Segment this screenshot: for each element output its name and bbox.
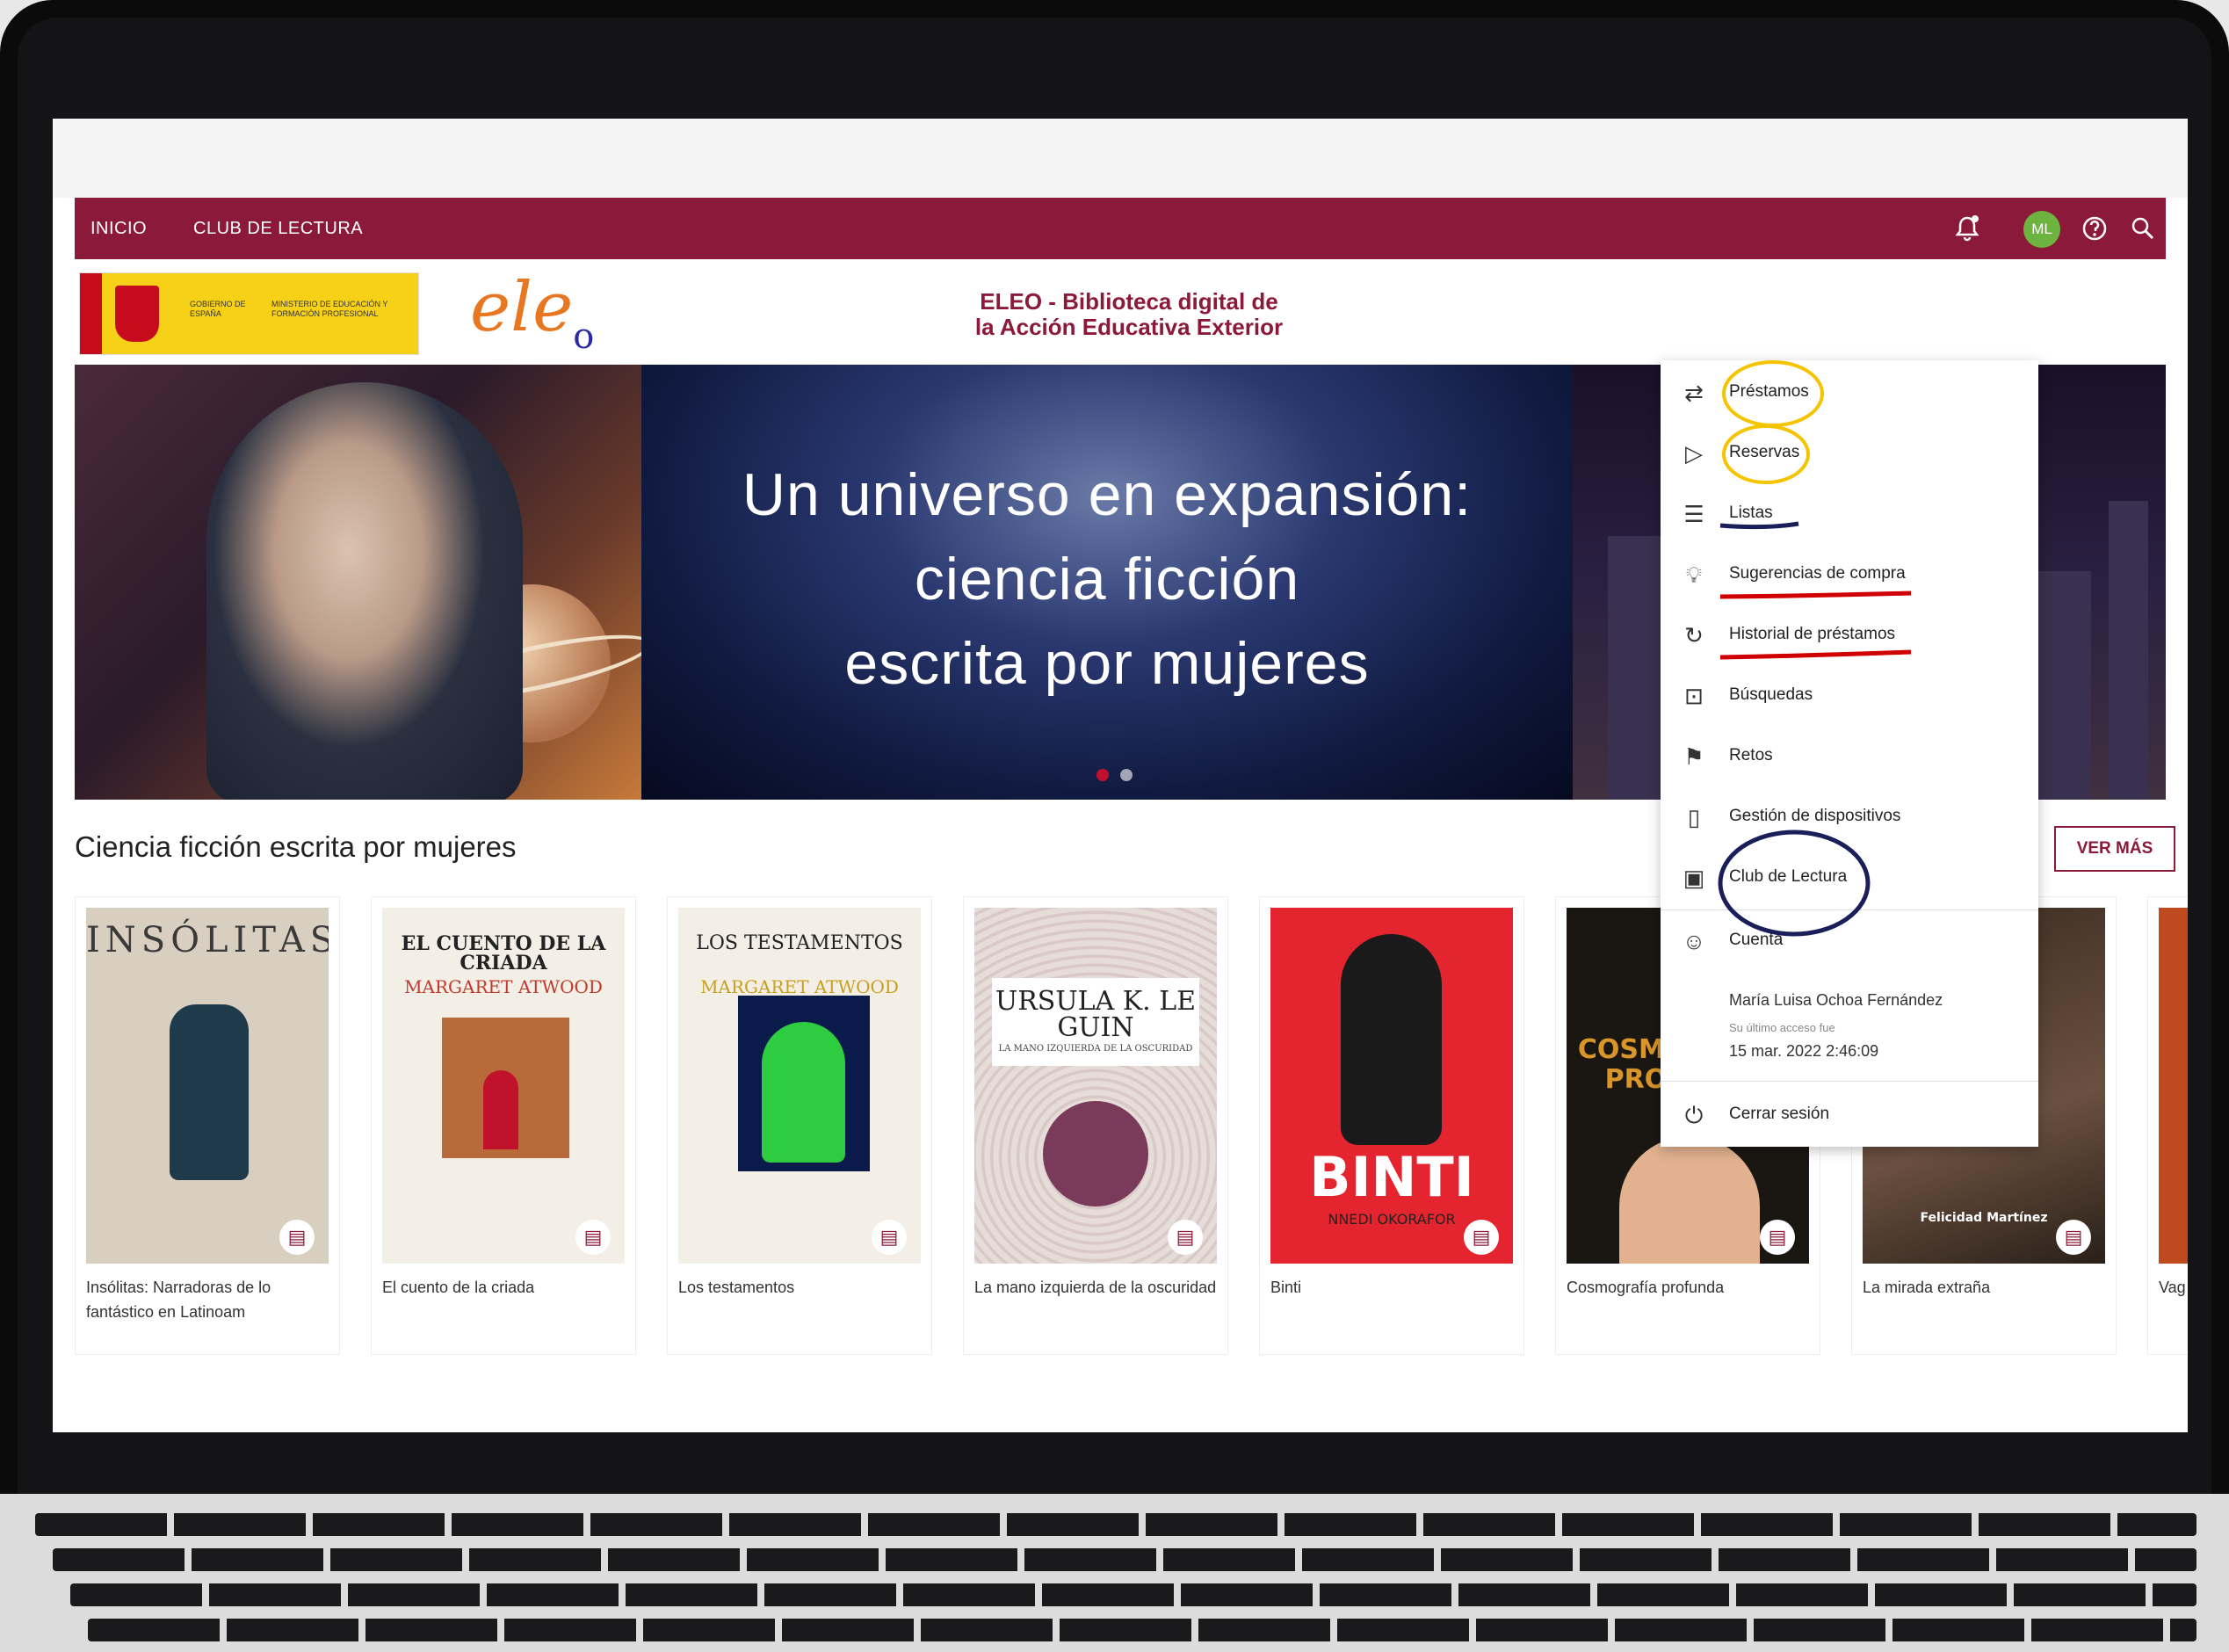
- book-cover: [2159, 908, 2188, 1264]
- cover-title: BINTI: [1309, 1145, 1474, 1209]
- search-icon[interactable]: [2126, 212, 2160, 245]
- user-avatar[interactable]: ML: [2023, 211, 2060, 248]
- cover-title: INSÓLITAS: [86, 920, 329, 960]
- book-title[interactable]: Insólitas: Narradoras de lo fantástico e…: [86, 1275, 329, 1324]
- book-card-partial[interactable]: Vag: [2147, 896, 2188, 1355]
- book-title[interactable]: Vag: [2159, 1275, 2188, 1300]
- laptop-keyboard: [0, 1494, 2229, 1652]
- cover-subtitle: LA MANO IZQUIERDA DE LA OSCURIDAD: [998, 1044, 1193, 1054]
- banner-headline: Un universo en expansión: ciencia ficció…: [641, 453, 1573, 706]
- gobierno-logo[interactable]: GOBIERNO DE ESPAÑA MINISTERIO DE EDUCACI…: [79, 272, 419, 355]
- bell-icon[interactable]: [1950, 212, 1984, 245]
- eleo-logo-main: ele: [470, 268, 574, 347]
- banner-line-1: Un universo en expansión:: [742, 461, 1473, 528]
- book-format-icon: ▤: [1464, 1220, 1499, 1255]
- book-title[interactable]: Binti: [1270, 1275, 1513, 1300]
- book-format-icon: ▤: [279, 1220, 315, 1255]
- book-format-icon: ▤: [1760, 1220, 1795, 1255]
- book-format-icon: ▤: [2056, 1220, 2091, 1255]
- cover-author: MARGARET ATWOOD: [404, 976, 603, 997]
- annotation-overlay: [1718, 360, 1912, 937]
- book-card[interactable]: URSULA K. LE GUIN LA MANO IZQUIERDA DE L…: [963, 896, 1228, 1355]
- logo-strip: GOBIERNO DE ESPAÑA MINISTERIO DE EDUCACI…: [75, 259, 2166, 360]
- carousel-dot-active[interactable]: [1096, 769, 1109, 781]
- help-icon[interactable]: [2078, 212, 2111, 245]
- browser-top-strip: [53, 119, 2188, 198]
- book-format-icon: ▤: [575, 1220, 611, 1255]
- cover-title: LOS TESTAMENTOS: [696, 932, 903, 954]
- eleo-logo-sub: o: [573, 316, 595, 357]
- site-title-line1: ELEO - Biblioteca digital de: [980, 288, 1278, 315]
- banner-astronaut-image: [75, 365, 657, 800]
- site-title: ELEO - Biblioteca digital de la Acción E…: [962, 289, 1296, 340]
- cover-title: EL CUENTO DE LA CRIADA: [401, 932, 606, 975]
- section-title: Ciencia ficción escrita por mujeres: [75, 830, 517, 863]
- book-card[interactable]: INSÓLITAS ▤ Insólitas: Narradoras de lo …: [75, 896, 340, 1355]
- user-menu: ⇄ Préstamos ▷ Reservas ☰ Listas 💡︎ Suger…: [1661, 360, 2038, 1147]
- book-title[interactable]: El cuento de la criada: [382, 1275, 625, 1300]
- gov-logo-text-1: GOBIERNO DE ESPAÑA: [190, 300, 246, 318]
- cover-title: URSULA K. LE GUIN: [995, 986, 1197, 1043]
- book-title[interactable]: Cosmografía profunda: [1567, 1275, 1809, 1300]
- eleo-logo[interactable]: eleo: [470, 272, 611, 357]
- gov-logo-text-2: MINISTERIO DE EDUCACIÓN Y FORMACIÓN PROF…: [271, 300, 388, 318]
- book-title[interactable]: Los testamentos: [678, 1275, 921, 1300]
- book-title[interactable]: La mirada extraña: [1863, 1275, 2105, 1300]
- browser-screen: INICIO CLUB DE LECTURA ML GOBIERNO DE ES…: [53, 119, 2188, 1432]
- book-cover: URSULA K. LE GUIN LA MANO IZQUIERDA DE L…: [974, 908, 1217, 1264]
- book-cover: EL CUENTO DE LA CRIADA MARGARET ATWOOD: [382, 908, 625, 1264]
- nav-club-de-lectura[interactable]: CLUB DE LECTURA: [193, 219, 363, 239]
- book-card[interactable]: BINTI NNEDI OKORAFOR ▤ Binti: [1259, 896, 1524, 1355]
- book-card[interactable]: LOS TESTAMENTOS MARGARET ATWOOD ▤ Los te…: [667, 896, 932, 1355]
- book-cover: LOS TESTAMENTOS MARGARET ATWOOD: [678, 908, 921, 1264]
- ver-mas-button[interactable]: VER MÁS: [2054, 826, 2175, 872]
- book-format-icon: ▤: [872, 1220, 907, 1255]
- site-title-line2: la Acción Educativa Exterior: [974, 314, 1284, 340]
- book-title[interactable]: La mano izquierda de la oscuridad: [974, 1275, 1217, 1300]
- book-card[interactable]: EL CUENTO DE LA CRIADA MARGARET ATWOOD ▤…: [371, 896, 636, 1355]
- banner-line-3: escrita por mujeres: [844, 630, 1370, 697]
- banner-line-2: ciencia ficción: [914, 546, 1300, 612]
- cover-author: MARGARET ATWOOD: [700, 976, 899, 997]
- book-cover: BINTI NNEDI OKORAFOR: [1270, 908, 1513, 1264]
- book-cover: INSÓLITAS: [86, 908, 329, 1264]
- book-format-icon: ▤: [1168, 1220, 1203, 1255]
- nav-inicio[interactable]: INICIO: [90, 219, 147, 239]
- top-navbar: INICIO CLUB DE LECTURA ML: [75, 198, 2166, 259]
- carousel-dot[interactable]: [1120, 769, 1133, 781]
